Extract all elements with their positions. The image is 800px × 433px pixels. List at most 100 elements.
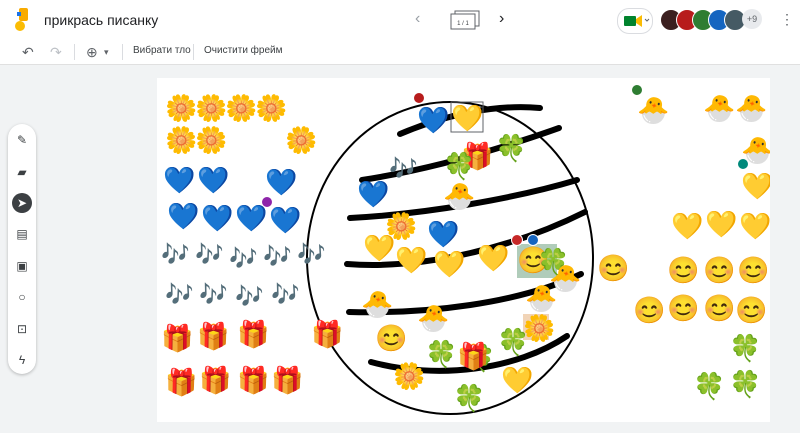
blue-heart-sticker[interactable]: 💙 (163, 166, 195, 194)
eraser-icon[interactable]: ▰ (12, 162, 32, 182)
yellow-heart-sticker[interactable]: 💛 (741, 172, 770, 200)
hatching-chick-sticker[interactable]: 🐣 (361, 290, 393, 318)
yellow-heart-sticker[interactable]: 💛 (395, 246, 427, 274)
hatching-chick-sticker[interactable]: 🐣 (443, 182, 475, 210)
add-image-icon[interactable]: ▣ (12, 256, 32, 276)
yellow-heart-sticker[interactable]: 💛 (433, 250, 465, 278)
gift-sticker[interactable]: 🎁 (199, 366, 231, 394)
frame-bar-button[interactable]: 1 / 1 (449, 10, 481, 30)
blue-heart-sticker[interactable]: 💙 (167, 202, 199, 230)
toolbar-divider (122, 44, 123, 60)
smiley-sticker[interactable]: 😊 (703, 256, 735, 284)
pen-tool-icon[interactable]: ✎ (12, 130, 32, 150)
clover-sticker[interactable]: 🍀 (443, 152, 475, 180)
document-title[interactable]: прикрась писанку (44, 12, 158, 28)
smiley-sticker[interactable]: 😊 (597, 254, 629, 282)
flower-sticker[interactable]: 🌼 (393, 362, 425, 390)
select-icon[interactable]: ➤ (12, 193, 32, 213)
text-box-icon[interactable]: ⊡ (12, 319, 32, 339)
yellow-heart-sticker[interactable]: 💛 (477, 244, 509, 272)
more-options-icon[interactable]: ⋮ (780, 11, 794, 28)
frame-counter: 1 / 1 (457, 21, 469, 27)
flower-sticker[interactable]: 🌼 (255, 94, 287, 122)
music-notes-sticker[interactable]: 🎶 (161, 240, 190, 268)
hatching-chick-sticker[interactable]: 🐣 (741, 136, 770, 164)
hatching-chick-sticker[interactable]: 🐣 (637, 96, 669, 124)
hatching-chick-sticker[interactable]: 🐣 (417, 304, 449, 332)
yellow-heart-sticker[interactable]: 💛 (451, 104, 483, 132)
music-notes-sticker[interactable]: 🎶 (389, 154, 418, 182)
flower-sticker[interactable]: 🌼 (195, 94, 227, 122)
sticky-note-icon[interactable]: ▤ (12, 224, 32, 244)
previous-frame-icon[interactable]: ‹ (415, 10, 420, 28)
toolbar-divider (193, 44, 194, 60)
clover-sticker[interactable]: 🍀 (729, 370, 761, 398)
hatching-chick-sticker[interactable]: 🐣 (525, 284, 557, 312)
smiley-sticker[interactable]: 😊 (667, 294, 699, 322)
yellow-heart-sticker[interactable]: 💛 (363, 234, 395, 262)
clover-sticker[interactable]: 🍀 (497, 328, 529, 356)
yellow-heart-sticker[interactable]: 💛 (501, 366, 533, 394)
music-notes-sticker[interactable]: 🎶 (195, 240, 224, 268)
music-notes-sticker[interactable]: 🎶 (199, 280, 228, 308)
flower-sticker[interactable]: 🌼 (225, 94, 257, 122)
flower-sticker[interactable]: 🌼 (195, 126, 227, 154)
gift-sticker[interactable]: 🎁 (311, 320, 343, 348)
flower-sticker[interactable]: 🌼 (285, 126, 317, 154)
gift-sticker[interactable]: 🎁 (165, 368, 197, 396)
smiley-sticker[interactable]: 😊 (735, 296, 767, 324)
gift-sticker[interactable]: 🎁 (457, 342, 489, 370)
hatching-chick-sticker[interactable]: 🐣 (735, 94, 767, 122)
clover-sticker[interactable]: 🍀 (495, 134, 527, 162)
blue-heart-sticker[interactable]: 💙 (235, 204, 267, 232)
yellow-heart-sticker[interactable]: 💛 (705, 210, 737, 238)
clover-sticker[interactable]: 🍀 (729, 334, 761, 362)
jamboard-logo-icon (15, 8, 28, 31)
blue-heart-sticker[interactable]: 💙 (201, 204, 233, 232)
music-notes-sticker[interactable]: 🎶 (235, 282, 264, 310)
blue-heart-sticker[interactable]: 💙 (197, 166, 229, 194)
yellow-heart-sticker[interactable]: 💛 (739, 212, 770, 240)
undo-icon[interactable]: ↶ (22, 44, 34, 61)
zoom-icon[interactable]: ⊕ (86, 44, 98, 61)
gift-sticker[interactable]: 🎁 (237, 320, 269, 348)
smiley-sticker[interactable]: 😊 (667, 256, 699, 284)
yellow-heart-sticker[interactable]: 💛 (671, 212, 703, 240)
smiley-sticker[interactable]: 😊 (703, 294, 735, 322)
zoom-dropdown-icon[interactable]: ▾ (104, 47, 109, 58)
clear-frame-button[interactable]: Очистити фрейм (204, 45, 283, 56)
music-notes-sticker[interactable]: 🎶 (297, 240, 326, 268)
flower-sticker[interactable]: 🌼 (165, 94, 197, 122)
music-notes-sticker[interactable]: 🎶 (229, 244, 258, 272)
gift-sticker[interactable]: 🎁 (197, 322, 229, 350)
clover-sticker[interactable]: 🍀 (425, 340, 457, 368)
gift-sticker[interactable]: 🎁 (237, 366, 269, 394)
clover-sticker[interactable]: 🍀 (693, 372, 725, 400)
jamboard-canvas[interactable]: 🌼 🌼 🌼 🌼 🌼 🌼 🌼 💙 💙 💙 💙 💙 💙 💙 🎶 🎶 🎶 🎶 🎶 🎶 🎶 🎶 🎶 🎁 🎁 🎁 🎁 🎁 🎁 🎁 🎁 💙 💛 🍀 🎁 🍀 🎶 🐣 💙 🌼… (157, 78, 770, 422)
redo-icon[interactable]: ↷ (50, 44, 62, 61)
smiley-sticker[interactable]: 😊 (375, 324, 407, 352)
music-notes-sticker[interactable]: 🎶 (165, 280, 194, 308)
toolbar: ↶ ↷ ⊕ ▾ Вибрати тло Очистити фрейм (0, 40, 800, 65)
gift-sticker[interactable]: 🎁 (271, 366, 303, 394)
smiley-sticker[interactable]: 😊 (737, 256, 769, 284)
gift-sticker[interactable]: 🎁 (161, 324, 193, 352)
clover-sticker[interactable]: 🍀 (453, 384, 485, 412)
blue-heart-sticker[interactable]: 💙 (427, 220, 459, 248)
more-collaborators-badge[interactable]: +9 (742, 9, 762, 29)
smiley-sticker[interactable]: 😊 (633, 296, 665, 324)
meet-button[interactable] (617, 8, 653, 34)
flower-sticker[interactable]: 🌼 (165, 126, 197, 154)
blue-heart-sticker[interactable]: 💙 (357, 180, 389, 208)
next-frame-icon[interactable]: › (499, 10, 504, 28)
top-bar: прикрась писанку ‹ 1 / 1 › +9 ⋮ (0, 0, 800, 40)
blue-heart-sticker[interactable]: 💙 (265, 168, 297, 196)
hatching-chick-sticker[interactable]: 🐣 (703, 94, 735, 122)
laser-icon[interactable]: ϟ (12, 350, 32, 370)
music-notes-sticker[interactable]: 🎶 (263, 242, 292, 270)
set-background-button[interactable]: Вибрати тло (133, 45, 191, 56)
blue-heart-sticker[interactable]: 💙 (417, 106, 449, 134)
blue-heart-sticker[interactable]: 💙 (269, 206, 301, 234)
circle-shape-icon[interactable]: ○ (12, 287, 32, 307)
music-notes-sticker[interactable]: 🎶 (271, 280, 300, 308)
